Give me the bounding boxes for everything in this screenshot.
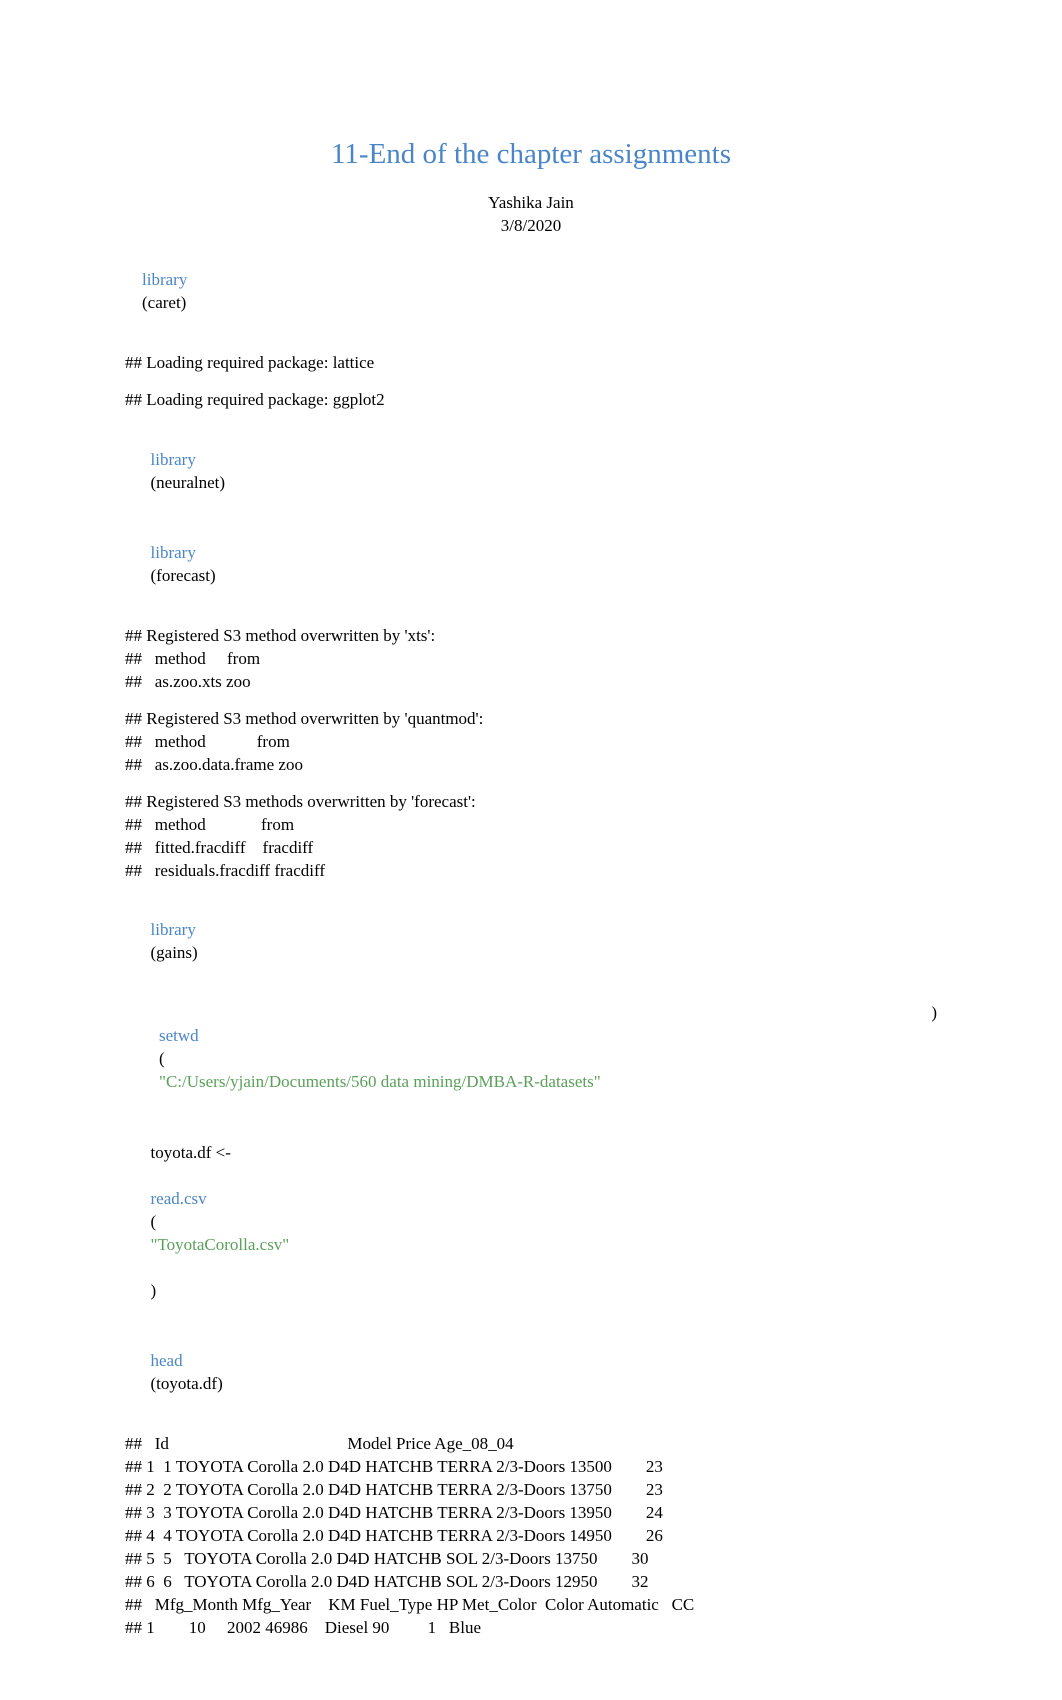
code-line: library (forecast) [125, 519, 937, 611]
output-line: ## Registered S3 method overwritten by '… [125, 708, 937, 731]
table-row: ## 3 3 TOYOTA Corolla 2.0 D4D HATCHB TER… [125, 1502, 937, 1525]
fn-setwd: setwd [159, 1026, 199, 1045]
table-header-row: ## Mfg_Month Mfg_Year KM Fuel_Type HP Me… [125, 1594, 937, 1617]
output-block: ## Registered S3 method overwritten by '… [125, 708, 937, 777]
output-line: ## Loading required package: ggplot2 [125, 389, 937, 412]
table-row: ## 1 10 2002 46986 Diesel 90 1 Blue [125, 1617, 937, 1640]
table-row: ## 4 4 TOYOTA Corolla 2.0 D4D HATCHB TER… [125, 1525, 937, 1548]
table-row: ## 1 1 TOYOTA Corolla 2.0 D4D HATCHB TER… [125, 1456, 937, 1479]
output-line: ## Loading required package: lattice [125, 352, 937, 375]
output-line: ## method from [125, 648, 937, 671]
paren-close: ) [151, 1281, 157, 1300]
pkg-neuralnet: (neuralnet) [151, 473, 226, 492]
output-block: ## Registered S3 method overwritten by '… [125, 625, 937, 694]
output-block: ## Loading required package: ggplot2 [125, 389, 937, 412]
output-line: ## fitted.fracdiff fracdiff [125, 837, 937, 860]
pkg-gains: (gains) [151, 943, 198, 962]
output-line: ## method from [125, 814, 937, 837]
author-name: Yashika Jain [125, 192, 937, 215]
toyota-assign: toyota.df <- [151, 1143, 231, 1162]
code-block: library (neuralnet) library (forecast) [125, 426, 937, 612]
fn-head: head [151, 1351, 183, 1370]
table-row: ## 6 6 TOYOTA Corolla 2.0 D4D HATCHB SOL… [125, 1571, 937, 1594]
code-line-readcsv: toyota.df <- read.csv ( "ToyotaCorolla.c… [125, 1119, 937, 1325]
fn-library: library [142, 270, 187, 289]
code-line: library (neuralnet) [125, 426, 937, 518]
fn-library: library [151, 450, 196, 469]
paren-close: ) [931, 1002, 937, 1117]
output-line: ## Registered S3 methods overwritten by … [125, 791, 937, 814]
string-file: "ToyotaCorolla.csv" [151, 1235, 290, 1254]
pkg-forecast: (forecast) [151, 566, 216, 585]
output-block: ## Loading required package: lattice [125, 352, 937, 375]
pkg-caret: (caret) [142, 293, 186, 312]
code-block: setwd ( "C:/Users/yjain/Documents/560 da… [125, 1002, 937, 1419]
table-row: ## 5 5 TOYOTA Corolla 2.0 D4D HATCHB SOL… [125, 1548, 937, 1571]
fn-readcsv: read.csv [151, 1189, 207, 1208]
code-line-setwd: setwd ( "C:/Users/yjain/Documents/560 da… [125, 1002, 937, 1117]
table-header-row: ## Id Model Price Age_08_04 [125, 1433, 937, 1456]
paren-open: ( [159, 1049, 165, 1068]
paren-open: ( [151, 1212, 157, 1231]
output-line: ## Registered S3 method overwritten by '… [125, 625, 937, 648]
code-line: library (gains) [125, 897, 937, 989]
fn-library: library [151, 920, 196, 939]
output-line: ## as.zoo.xts zoo [125, 671, 937, 694]
code-line: library (caret) [125, 246, 937, 338]
code-line-head: head (toyota.df) [125, 1327, 937, 1419]
code-block: library (gains) [125, 897, 937, 989]
output-block: ## Registered S3 methods overwritten by … [125, 791, 937, 883]
page-title: 11-End of the chapter assignments [125, 135, 937, 174]
head-arg: (toyota.df) [151, 1374, 223, 1393]
document-page: 11-End of the chapter assignments Yashik… [0, 0, 1062, 1700]
output-block-head: ## Id Model Price Age_08_04 ## 1 1 TOYOT… [125, 1433, 937, 1639]
table-row: ## 2 2 TOYOTA Corolla 2.0 D4D HATCHB TER… [125, 1479, 937, 1502]
output-line: ## as.zoo.data.frame zoo [125, 754, 937, 777]
fn-library: library [151, 543, 196, 562]
output-line: ## method from [125, 731, 937, 754]
output-line: ## residuals.fracdiff fracdiff [125, 860, 937, 883]
document-date: 3/8/2020 [125, 215, 937, 238]
string-path: "C:/Users/yjain/Documents/560 data minin… [159, 1072, 601, 1091]
